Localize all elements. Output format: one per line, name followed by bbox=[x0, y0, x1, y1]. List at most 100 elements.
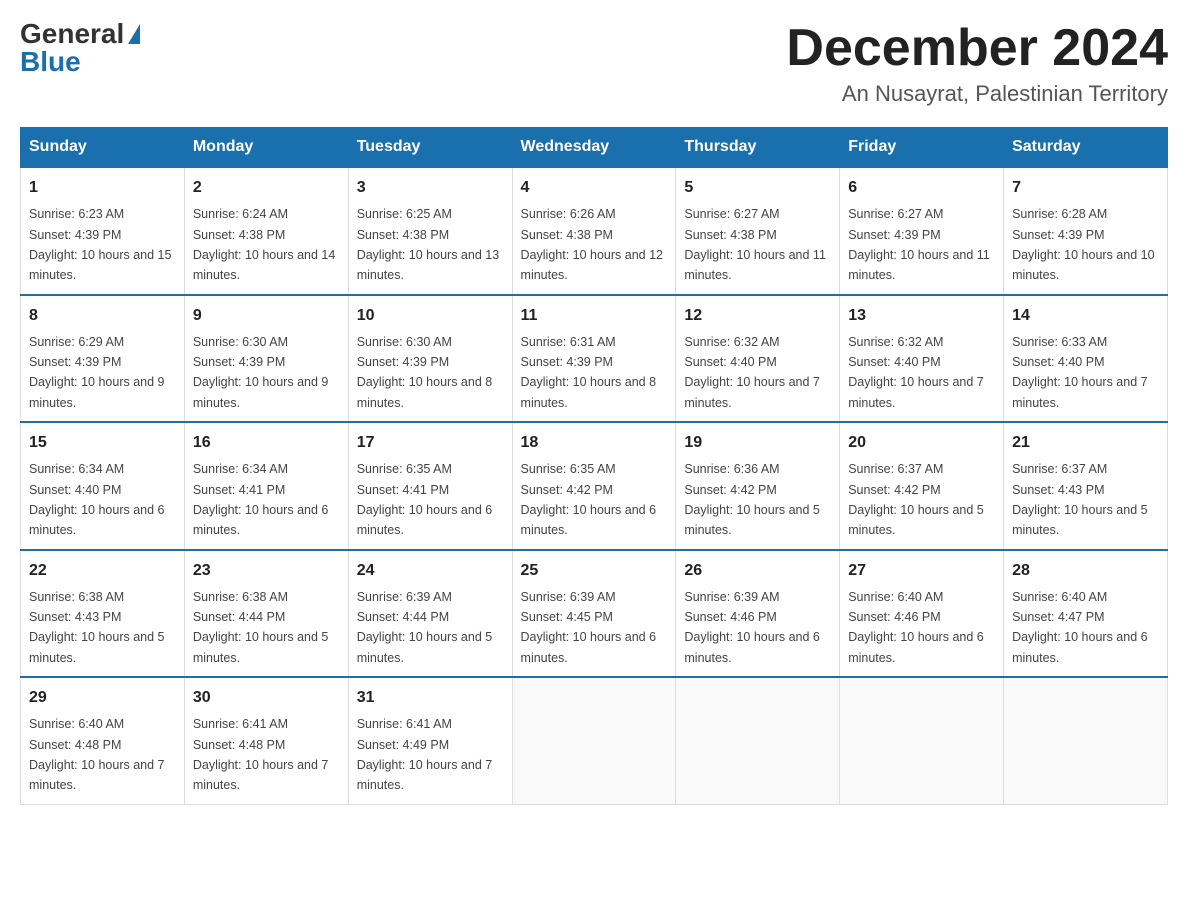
logo-blue-text: Blue bbox=[20, 48, 81, 76]
day-info: Sunrise: 6:30 AMSunset: 4:39 PMDaylight:… bbox=[357, 335, 493, 410]
calendar-cell: 20 Sunrise: 6:37 AMSunset: 4:42 PMDaylig… bbox=[840, 422, 1004, 550]
day-number: 13 bbox=[848, 304, 995, 328]
day-number: 15 bbox=[29, 431, 176, 455]
day-info: Sunrise: 6:36 AMSunset: 4:42 PMDaylight:… bbox=[684, 462, 820, 537]
day-number: 14 bbox=[1012, 304, 1159, 328]
day-number: 7 bbox=[1012, 176, 1159, 200]
day-info: Sunrise: 6:39 AMSunset: 4:46 PMDaylight:… bbox=[684, 590, 820, 665]
calendar-week-row: 1 Sunrise: 6:23 AMSunset: 4:39 PMDayligh… bbox=[21, 167, 1168, 295]
day-info: Sunrise: 6:38 AMSunset: 4:44 PMDaylight:… bbox=[193, 590, 329, 665]
calendar-cell: 3 Sunrise: 6:25 AMSunset: 4:38 PMDayligh… bbox=[348, 167, 512, 295]
calendar-body: 1 Sunrise: 6:23 AMSunset: 4:39 PMDayligh… bbox=[21, 167, 1168, 804]
calendar-cell: 29 Sunrise: 6:40 AMSunset: 4:48 PMDaylig… bbox=[21, 677, 185, 804]
day-info: Sunrise: 6:27 AMSunset: 4:39 PMDaylight:… bbox=[848, 207, 990, 282]
day-info: Sunrise: 6:35 AMSunset: 4:41 PMDaylight:… bbox=[357, 462, 493, 537]
title-area: December 2024 An Nusayrat, Palestinian T… bbox=[786, 20, 1168, 107]
day-of-week-header: Monday bbox=[184, 128, 348, 168]
day-number: 22 bbox=[29, 559, 176, 583]
day-number: 21 bbox=[1012, 431, 1159, 455]
calendar-table: SundayMondayTuesdayWednesdayThursdayFrid… bbox=[20, 127, 1168, 805]
day-info: Sunrise: 6:40 AMSunset: 4:46 PMDaylight:… bbox=[848, 590, 984, 665]
calendar-cell: 4 Sunrise: 6:26 AMSunset: 4:38 PMDayligh… bbox=[512, 167, 676, 295]
day-number: 6 bbox=[848, 176, 995, 200]
day-info: Sunrise: 6:33 AMSunset: 4:40 PMDaylight:… bbox=[1012, 335, 1148, 410]
day-info: Sunrise: 6:32 AMSunset: 4:40 PMDaylight:… bbox=[848, 335, 984, 410]
day-number: 5 bbox=[684, 176, 831, 200]
calendar-cell: 9 Sunrise: 6:30 AMSunset: 4:39 PMDayligh… bbox=[184, 295, 348, 423]
day-info: Sunrise: 6:25 AMSunset: 4:38 PMDaylight:… bbox=[357, 207, 499, 282]
calendar-cell: 28 Sunrise: 6:40 AMSunset: 4:47 PMDaylig… bbox=[1004, 550, 1168, 678]
calendar-cell: 10 Sunrise: 6:30 AMSunset: 4:39 PMDaylig… bbox=[348, 295, 512, 423]
day-number: 25 bbox=[521, 559, 668, 583]
calendar-cell bbox=[840, 677, 1004, 804]
day-number: 28 bbox=[1012, 559, 1159, 583]
day-number: 26 bbox=[684, 559, 831, 583]
day-info: Sunrise: 6:39 AMSunset: 4:45 PMDaylight:… bbox=[521, 590, 657, 665]
calendar-cell: 22 Sunrise: 6:38 AMSunset: 4:43 PMDaylig… bbox=[21, 550, 185, 678]
calendar-cell: 13 Sunrise: 6:32 AMSunset: 4:40 PMDaylig… bbox=[840, 295, 1004, 423]
calendar-cell: 11 Sunrise: 6:31 AMSunset: 4:39 PMDaylig… bbox=[512, 295, 676, 423]
calendar-cell bbox=[512, 677, 676, 804]
day-of-week-header: Tuesday bbox=[348, 128, 512, 168]
day-number: 8 bbox=[29, 304, 176, 328]
day-number: 30 bbox=[193, 686, 340, 710]
day-number: 24 bbox=[357, 559, 504, 583]
logo-general-text: General bbox=[20, 20, 124, 48]
calendar-cell: 27 Sunrise: 6:40 AMSunset: 4:46 PMDaylig… bbox=[840, 550, 1004, 678]
calendar-cell: 31 Sunrise: 6:41 AMSunset: 4:49 PMDaylig… bbox=[348, 677, 512, 804]
day-info: Sunrise: 6:40 AMSunset: 4:47 PMDaylight:… bbox=[1012, 590, 1148, 665]
day-info: Sunrise: 6:29 AMSunset: 4:39 PMDaylight:… bbox=[29, 335, 165, 410]
day-info: Sunrise: 6:41 AMSunset: 4:48 PMDaylight:… bbox=[193, 717, 329, 792]
day-number: 10 bbox=[357, 304, 504, 328]
calendar-cell: 12 Sunrise: 6:32 AMSunset: 4:40 PMDaylig… bbox=[676, 295, 840, 423]
calendar-cell: 25 Sunrise: 6:39 AMSunset: 4:45 PMDaylig… bbox=[512, 550, 676, 678]
calendar-cell: 18 Sunrise: 6:35 AMSunset: 4:42 PMDaylig… bbox=[512, 422, 676, 550]
logo: General Blue bbox=[20, 20, 140, 76]
day-info: Sunrise: 6:30 AMSunset: 4:39 PMDaylight:… bbox=[193, 335, 329, 410]
calendar-cell: 2 Sunrise: 6:24 AMSunset: 4:38 PMDayligh… bbox=[184, 167, 348, 295]
day-number: 4 bbox=[521, 176, 668, 200]
day-info: Sunrise: 6:40 AMSunset: 4:48 PMDaylight:… bbox=[29, 717, 165, 792]
month-title: December 2024 bbox=[786, 20, 1168, 77]
day-of-week-header: Thursday bbox=[676, 128, 840, 168]
day-number: 27 bbox=[848, 559, 995, 583]
day-number: 31 bbox=[357, 686, 504, 710]
calendar-cell: 6 Sunrise: 6:27 AMSunset: 4:39 PMDayligh… bbox=[840, 167, 1004, 295]
day-of-week-header: Friday bbox=[840, 128, 1004, 168]
day-number: 17 bbox=[357, 431, 504, 455]
day-info: Sunrise: 6:26 AMSunset: 4:38 PMDaylight:… bbox=[521, 207, 663, 282]
calendar-cell: 7 Sunrise: 6:28 AMSunset: 4:39 PMDayligh… bbox=[1004, 167, 1168, 295]
day-info: Sunrise: 6:24 AMSunset: 4:38 PMDaylight:… bbox=[193, 207, 335, 282]
calendar-cell: 23 Sunrise: 6:38 AMSunset: 4:44 PMDaylig… bbox=[184, 550, 348, 678]
day-of-week-header: Saturday bbox=[1004, 128, 1168, 168]
day-info: Sunrise: 6:37 AMSunset: 4:42 PMDaylight:… bbox=[848, 462, 984, 537]
calendar-cell: 14 Sunrise: 6:33 AMSunset: 4:40 PMDaylig… bbox=[1004, 295, 1168, 423]
calendar-cell: 8 Sunrise: 6:29 AMSunset: 4:39 PMDayligh… bbox=[21, 295, 185, 423]
calendar-cell: 19 Sunrise: 6:36 AMSunset: 4:42 PMDaylig… bbox=[676, 422, 840, 550]
page-header: General Blue December 2024 An Nusayrat, … bbox=[20, 20, 1168, 107]
day-info: Sunrise: 6:41 AMSunset: 4:49 PMDaylight:… bbox=[357, 717, 493, 792]
calendar-cell bbox=[1004, 677, 1168, 804]
day-info: Sunrise: 6:34 AMSunset: 4:40 PMDaylight:… bbox=[29, 462, 165, 537]
days-of-week-row: SundayMondayTuesdayWednesdayThursdayFrid… bbox=[21, 128, 1168, 168]
calendar-cell: 15 Sunrise: 6:34 AMSunset: 4:40 PMDaylig… bbox=[21, 422, 185, 550]
calendar-week-row: 15 Sunrise: 6:34 AMSunset: 4:40 PMDaylig… bbox=[21, 422, 1168, 550]
day-number: 9 bbox=[193, 304, 340, 328]
day-number: 2 bbox=[193, 176, 340, 200]
logo-triangle-icon bbox=[128, 24, 140, 44]
calendar-cell: 21 Sunrise: 6:37 AMSunset: 4:43 PMDaylig… bbox=[1004, 422, 1168, 550]
calendar-cell: 26 Sunrise: 6:39 AMSunset: 4:46 PMDaylig… bbox=[676, 550, 840, 678]
calendar-cell bbox=[676, 677, 840, 804]
day-of-week-header: Sunday bbox=[21, 128, 185, 168]
calendar-cell: 30 Sunrise: 6:41 AMSunset: 4:48 PMDaylig… bbox=[184, 677, 348, 804]
calendar-cell: 5 Sunrise: 6:27 AMSunset: 4:38 PMDayligh… bbox=[676, 167, 840, 295]
day-info: Sunrise: 6:34 AMSunset: 4:41 PMDaylight:… bbox=[193, 462, 329, 537]
calendar-week-row: 29 Sunrise: 6:40 AMSunset: 4:48 PMDaylig… bbox=[21, 677, 1168, 804]
day-number: 29 bbox=[29, 686, 176, 710]
calendar-week-row: 8 Sunrise: 6:29 AMSunset: 4:39 PMDayligh… bbox=[21, 295, 1168, 423]
calendar-cell: 16 Sunrise: 6:34 AMSunset: 4:41 PMDaylig… bbox=[184, 422, 348, 550]
calendar-cell: 1 Sunrise: 6:23 AMSunset: 4:39 PMDayligh… bbox=[21, 167, 185, 295]
day-info: Sunrise: 6:38 AMSunset: 4:43 PMDaylight:… bbox=[29, 590, 165, 665]
day-number: 3 bbox=[357, 176, 504, 200]
day-info: Sunrise: 6:23 AMSunset: 4:39 PMDaylight:… bbox=[29, 207, 171, 282]
